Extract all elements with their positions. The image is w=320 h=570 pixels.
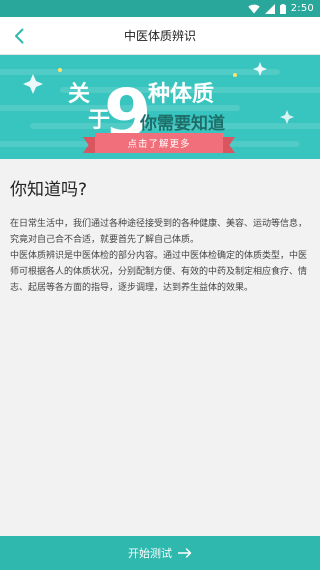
dot-icon — [233, 73, 237, 77]
banner-word-guan: 关 — [68, 82, 90, 107]
sparkle-icon — [253, 62, 267, 76]
status-bar: 2:50 — [0, 0, 320, 17]
banner-cta-label: 点击了解更多 — [127, 139, 191, 150]
battery-icon — [279, 3, 286, 14]
start-test-button[interactable]: 开始测试 — [0, 536, 320, 570]
section-title: 你知道吗? — [10, 180, 88, 200]
promo-banner[interactable]: 关 于 9 种体质 你需要知道 点击了解更多 — [0, 55, 320, 159]
paragraph: 在日常生活中，我们通过各种途径接受到的各种健康、美容、运动等信息，究竟对自己合不… — [10, 219, 308, 245]
content-area: 你知道吗? 在日常生活中，我们通过各种途径接受到的各种健康、美容、运动等信息，究… — [0, 159, 320, 536]
banner-line2: 你需要知道 — [139, 113, 225, 134]
banner-cta[interactable]: 点击了解更多 — [83, 133, 235, 153]
arrow-right-icon — [178, 548, 192, 558]
paragraph: 中医体质辨识是中医体检的部分内容。通过中医体检确定的体质类型，中医师可根据各人的… — [10, 251, 308, 293]
start-test-label: 开始测试 — [128, 547, 172, 560]
signal-icon — [264, 3, 275, 14]
status-time: 2:50 — [290, 3, 314, 14]
sparkle-icon — [23, 74, 43, 94]
sparkle-icon — [280, 110, 294, 124]
back-button[interactable] — [4, 21, 34, 51]
page-title: 中医体质辨识 — [123, 29, 196, 43]
back-chevron-icon — [15, 28, 24, 44]
dot-icon — [58, 68, 62, 72]
wifi-icon — [248, 4, 260, 13]
banner-line1: 种体质 — [148, 82, 214, 107]
app-bar: 中医体质辨识 — [0, 17, 320, 55]
